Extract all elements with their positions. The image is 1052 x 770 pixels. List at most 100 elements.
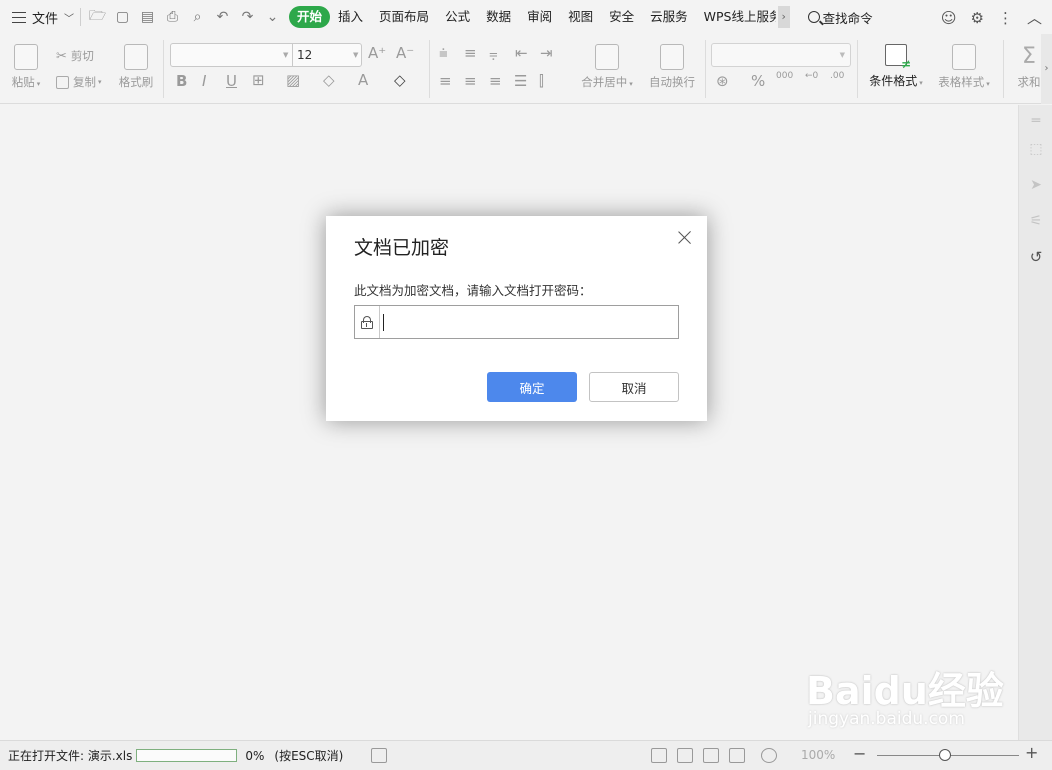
print-icon[interactable]: ⎙ bbox=[162, 7, 183, 27]
paste-button[interactable]: 粘贴 ▾ bbox=[10, 44, 42, 90]
progress-percent: 0% bbox=[245, 748, 265, 763]
status-text: 正在打开文件: 演示.xls bbox=[8, 749, 133, 763]
cursor-icon[interactable]: ➤ bbox=[1028, 177, 1044, 193]
collapse-ribbon-icon[interactable]: ︿ bbox=[1027, 7, 1042, 28]
conditional-format-label: 条件格式 bbox=[869, 74, 918, 88]
eraser-icon[interactable]: ◇ bbox=[394, 71, 406, 89]
freeze-panes-icon[interactable] bbox=[729, 748, 745, 763]
lock-icon bbox=[361, 316, 373, 329]
wrap-text-button[interactable]: 自动换行 bbox=[646, 44, 698, 90]
history-icon[interactable]: ↺ bbox=[1028, 249, 1044, 265]
tabs-more-button[interactable]: › bbox=[777, 6, 790, 28]
tab-insert[interactable]: 插入 bbox=[330, 6, 371, 28]
thousands-separator-icon[interactable]: 000 bbox=[776, 71, 793, 81]
zoom-in-icon[interactable]: + bbox=[1025, 743, 1038, 762]
increase-font-icon[interactable]: A⁺ bbox=[368, 44, 386, 62]
align-bottom-icon[interactable]: ⩦ bbox=[489, 44, 498, 62]
save-icon[interactable]: ▢ bbox=[112, 7, 133, 27]
more-options-icon[interactable]: ⋮ bbox=[998, 9, 1013, 27]
distributed-align-icon[interactable]: ⫿ bbox=[539, 72, 544, 90]
tab-view[interactable]: 视图 bbox=[560, 6, 601, 28]
font-size-input[interactable]: 12 bbox=[297, 48, 312, 62]
status-bar: 正在打开文件: 演示.xls 0% (按ESC取消) 100% − + bbox=[0, 740, 1052, 770]
gear-icon[interactable]: ⚙ bbox=[971, 9, 984, 27]
divider bbox=[857, 40, 858, 98]
fill-color-icon[interactable]: ▨ bbox=[286, 71, 300, 89]
brush-icon bbox=[124, 44, 148, 70]
settings-sliders-icon[interactable]: ⚟ bbox=[1028, 213, 1044, 229]
customize-dropdown-icon[interactable]: ⌄ bbox=[262, 7, 283, 27]
zoom-level[interactable]: 100% bbox=[801, 748, 835, 762]
conditional-format-icon bbox=[885, 44, 911, 71]
eye-protection-icon[interactable] bbox=[761, 748, 777, 763]
tab-wps-online[interactable]: WPS线上服务 bbox=[696, 6, 776, 28]
format-painter-button[interactable]: 格式刷 bbox=[118, 44, 154, 90]
redo-icon[interactable]: ↷ bbox=[237, 7, 258, 27]
increase-indent-icon[interactable]: ⇥ bbox=[540, 44, 553, 62]
open-folder-icon[interactable]: 🗁 bbox=[87, 7, 108, 27]
tab-security[interactable]: 安全 bbox=[601, 6, 642, 28]
align-left-icon[interactable]: ≡ bbox=[439, 72, 452, 90]
font-color-icon[interactable]: A bbox=[358, 71, 368, 89]
ribbon-scroll-right-icon[interactable]: › bbox=[1041, 34, 1052, 104]
align-middle-icon[interactable]: ≡ bbox=[464, 44, 477, 62]
tab-home[interactable]: 开始 bbox=[289, 6, 331, 28]
ribbon-tabs: 开始 插入 页面布局 公式 数据 审阅 视图 安全 云服务 WPS线上服务 › bbox=[289, 6, 790, 28]
merge-center-button[interactable]: 合并居中 ▾ bbox=[578, 44, 636, 90]
align-center-icon[interactable]: ≡ bbox=[464, 72, 477, 90]
select-icon[interactable]: ⬚ bbox=[1028, 141, 1044, 157]
divider bbox=[705, 40, 706, 98]
justify-icon[interactable]: ☰ bbox=[514, 72, 527, 90]
menu-bar: 文件 ﹀ 🗁 ▢ ▤ ⎙ ⌕ ↶ ↷ ⌄ 开始 插入 页面布局 公式 数据 审阅… bbox=[0, 0, 1052, 34]
italic-icon[interactable]: I bbox=[202, 72, 206, 90]
zoom-slider-thumb[interactable] bbox=[939, 749, 951, 761]
zoom-out-icon[interactable]: − bbox=[853, 744, 866, 763]
conditional-format-button[interactable]: 条件格式▾ bbox=[866, 44, 926, 89]
borders-icon[interactable]: ⊞ bbox=[252, 71, 265, 89]
underline-icon[interactable]: U bbox=[226, 72, 237, 90]
cell-style-icon[interactable]: ◇ bbox=[323, 71, 335, 89]
percent-icon[interactable]: % bbox=[751, 72, 765, 90]
scissors-icon: ✂ bbox=[56, 48, 67, 64]
normal-view-icon[interactable] bbox=[651, 748, 667, 763]
bold-icon[interactable]: B bbox=[176, 72, 187, 90]
tab-formulas[interactable]: 公式 bbox=[437, 6, 478, 28]
cancel-button[interactable]: 取消 bbox=[589, 372, 679, 402]
protect-view-icon[interactable] bbox=[371, 748, 387, 763]
currency-icon[interactable]: ⊛ bbox=[716, 72, 729, 90]
file-menu-label: 文件 bbox=[32, 11, 59, 27]
tab-data[interactable]: 数据 bbox=[478, 6, 519, 28]
table-style-label: 表格样式 bbox=[938, 75, 985, 89]
align-right-icon[interactable]: ≡ bbox=[489, 72, 502, 90]
tab-cloud-services[interactable]: 云服务 bbox=[642, 6, 696, 28]
cut-button[interactable]: ✂ 剪切 bbox=[56, 48, 94, 64]
close-icon[interactable] bbox=[677, 229, 693, 245]
undo-icon[interactable]: ↶ bbox=[212, 7, 233, 27]
quick-access-toolbar: 🗁 ▢ ▤ ⎙ ⌕ ↶ ↷ ⌄ bbox=[87, 7, 283, 27]
tab-review[interactable]: 审阅 bbox=[519, 6, 560, 28]
page-layout-view-icon[interactable] bbox=[677, 748, 693, 763]
command-search[interactable]: 查找命令 bbox=[807, 8, 873, 27]
tab-page-layout[interactable]: 页面布局 bbox=[371, 6, 437, 28]
decrease-font-icon[interactable]: A⁻ bbox=[396, 44, 414, 62]
password-input[interactable] bbox=[381, 306, 678, 338]
sum-button[interactable]: Σ 求和 bbox=[1014, 44, 1044, 90]
decrease-decimal-icon[interactable]: .00 bbox=[830, 71, 844, 81]
panel-menu-icon[interactable]: ═ bbox=[1028, 113, 1044, 129]
chevron-down-icon[interactable]: ▼ bbox=[353, 51, 358, 59]
decrease-indent-icon[interactable]: ⇤ bbox=[515, 44, 528, 62]
page-break-view-icon[interactable] bbox=[703, 748, 719, 763]
print-preview-icon[interactable]: ⌕ bbox=[187, 7, 208, 27]
feedback-icon[interactable]: ☺ bbox=[941, 9, 957, 27]
table-style-button[interactable]: 表格样式 ▾ bbox=[934, 44, 994, 90]
file-menu-button[interactable]: 文件 ﹀ bbox=[0, 0, 74, 34]
cut-label: 剪切 bbox=[70, 49, 94, 63]
chevron-down-icon[interactable]: ▼ bbox=[283, 51, 288, 59]
ok-button[interactable]: 确定 bbox=[487, 372, 577, 402]
copy-button[interactable]: 复制 ▾ bbox=[56, 74, 102, 90]
align-top-icon[interactable]: ⩧ bbox=[439, 44, 448, 62]
export-pdf-icon[interactable]: ▤ bbox=[137, 7, 158, 27]
number-format-select[interactable]: ▼ bbox=[711, 43, 851, 67]
increase-decimal-icon[interactable]: ←0 bbox=[805, 71, 818, 81]
password-field[interactable] bbox=[354, 305, 679, 339]
